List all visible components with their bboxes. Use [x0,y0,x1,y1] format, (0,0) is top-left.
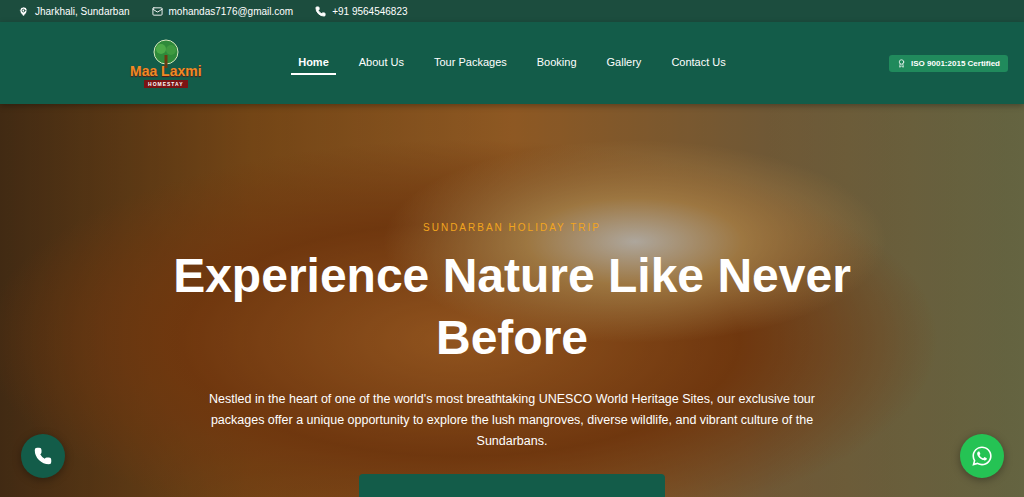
whatsapp-icon [971,445,993,467]
phone-icon [34,447,52,465]
location: Jharkhali, Sundarban [18,6,130,17]
cta-button[interactable] [359,474,665,497]
nav-item[interactable]: Gallery [600,51,649,75]
page: Jharkhali, Sundarban mohandas7176@gmail.c… [0,0,1024,497]
nav-item[interactable]: Home [291,51,336,75]
location-icon [18,6,29,17]
hero-eyebrow: SUNDARBAN HOLIDAY TRIP [423,222,601,233]
main-nav: Home About Us Tour Packages Booking Gallery C… [291,51,733,75]
email[interactable]: mohandas7176@gmail.com [152,6,294,17]
award-icon [897,59,906,68]
top-bar: Jharkhali, Sundarban mohandas7176@gmail.c… [0,0,1024,22]
logo[interactable]: Maa LaxmiHOMESTAY [0,39,202,88]
whatsapp-button[interactable] [960,434,1004,478]
mail-icon [152,6,163,17]
nav-item[interactable]: Booking [530,51,584,75]
call-button[interactable] [21,434,65,478]
nav-item[interactable]: Contact Us [664,51,732,75]
header: Maa LaxmiHOMESTAY Home About Us Tour Packag… [0,22,1024,104]
phone-icon [315,6,326,17]
nav-item[interactable]: Tour Packages [427,51,514,75]
hero-title: Experience Nature Like Never Before [117,245,907,369]
phone[interactable]: +91 9564546823 [315,6,407,17]
nav-item[interactable]: About Us [352,51,411,75]
hero-text: Nestled in the heart of one of the world… [202,389,822,452]
hero: SUNDARBAN HOLIDAY TRIP Experience Nature … [0,104,1024,497]
iso-badge: ISO 9001:2015 Certified [889,55,1008,72]
